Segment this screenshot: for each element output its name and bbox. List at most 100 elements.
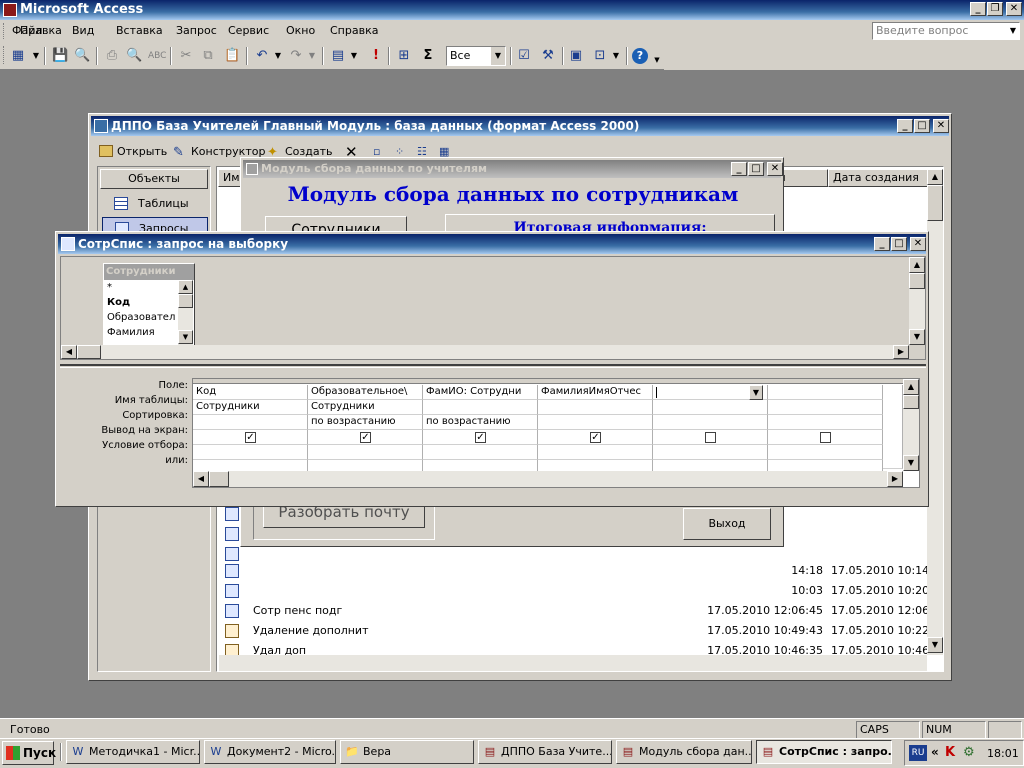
form-close-button[interactable]: ✕ — [767, 162, 783, 176]
db-close-button[interactable]: ✕ — [933, 119, 949, 133]
list-item[interactable]: Сотр пенс подг — [253, 601, 693, 621]
table-field[interactable]: Образовател — [107, 312, 177, 323]
taskbar-task[interactable]: ▤ ДППО База Учите... — [478, 740, 612, 764]
table-box-employees[interactable]: Сотрудники * Код Образовател Фамилия ▲ ▼ — [103, 263, 195, 347]
taskbar-task[interactable]: 📁 Вера — [340, 740, 474, 764]
table-box-scroll-up[interactable]: ▲ — [178, 280, 193, 294]
grid-cell-sort[interactable] — [193, 415, 308, 430]
properties-icon[interactable]: ☑ — [516, 48, 532, 64]
grid-cell-sort[interactable] — [538, 415, 653, 430]
redo-dropdown-icon[interactable]: ▼ — [304, 48, 320, 64]
datasheet-view-icon[interactable]: ▦ — [10, 48, 26, 64]
menu-item-4[interactable]: Запрос — [176, 20, 217, 42]
menu-item-6[interactable]: Окно — [286, 20, 315, 42]
grid-scroll-h-thumb[interactable] — [209, 471, 229, 487]
clock[interactable]: 18:01 — [987, 747, 1019, 760]
grid-vscroll[interactable]: ▲ ▼ — [903, 379, 919, 471]
table-box-scrollbar[interactable]: ▲ ▼ — [178, 280, 193, 346]
query-close-button[interactable]: ✕ — [910, 237, 926, 251]
db-minimize-button[interactable]: _ — [897, 119, 913, 133]
taskbar-task[interactable]: ▤ Модуль сбора дан... — [616, 740, 752, 764]
grid-scroll-down[interactable]: ▼ — [903, 455, 919, 471]
print-preview-icon[interactable]: 🔍 — [126, 48, 142, 64]
grid-scroll-right[interactable]: ▶ — [887, 471, 903, 487]
query-type-dropdown-icon[interactable]: ▼ — [346, 48, 362, 64]
help-dropdown-icon[interactable]: ▼ — [1010, 23, 1016, 39]
grid-cell-field[interactable]: ФамилияИмяОтчес — [538, 385, 653, 400]
grid-cell-table[interactable] — [653, 400, 768, 415]
table-pane-scroll-down[interactable]: ▼ — [909, 329, 925, 345]
grid-cell-criteria[interactable] — [653, 445, 768, 460]
redo-icon[interactable]: ↷ — [288, 48, 304, 64]
scroll-thumb[interactable] — [927, 185, 943, 221]
table-box-scroll-thumb[interactable] — [178, 294, 193, 308]
database-window-icon[interactable]: ▣ — [568, 48, 584, 64]
taskbar-task[interactable]: W Документ2 - Micro... — [204, 740, 336, 764]
grid-cell-sort[interactable]: по возрастанию — [423, 415, 538, 430]
new-object-dropdown-icon[interactable]: ▼ — [608, 48, 624, 64]
grid-cell-field[interactable]: ФамИО: Сотрудни — [423, 385, 538, 400]
grid-scroll-up[interactable]: ▲ — [903, 379, 919, 395]
list-vertical-scrollbar[interactable]: ▲ ▼ — [927, 169, 943, 655]
show-checkbox[interactable]: ✓ — [360, 432, 371, 443]
grid-hscroll[interactable]: ◀ ▶ — [193, 471, 903, 487]
grid-cell-table[interactable] — [538, 400, 653, 415]
grid-cell-sort[interactable]: по возрастанию — [308, 415, 423, 430]
top-values-combo[interactable]: Все ▼ — [446, 46, 506, 66]
list-item[interactable] — [253, 561, 693, 581]
query-type-icon[interactable]: ▤ — [330, 48, 346, 64]
print-icon[interactable]: ⎙ — [104, 48, 120, 64]
grid-cell-table[interactable] — [423, 400, 538, 415]
new-object-icon[interactable]: ⊡ — [592, 48, 608, 64]
column-header-created[interactable]: Дата создания — [828, 169, 928, 187]
tray-expand-icon[interactable]: « — [931, 745, 939, 759]
field-dropdown-icon[interactable]: ▼ — [749, 385, 763, 400]
spelling-icon[interactable]: ABC — [148, 48, 166, 64]
table-pane-scroll-up[interactable]: ▲ — [909, 257, 925, 273]
toolbar-options-icon[interactable]: ▼ — [652, 52, 662, 68]
undo-dropdown-icon[interactable]: ▼ — [270, 48, 286, 64]
scroll-up-button[interactable]: ▲ — [927, 169, 943, 185]
grid-cell-sort[interactable] — [653, 415, 768, 430]
objects-item-tables[interactable]: Таблицы — [102, 193, 208, 215]
undo-icon[interactable]: ↶ — [254, 48, 270, 64]
table-pane-hscroll[interactable]: ◀ ▶ — [61, 345, 909, 359]
help-icon[interactable]: ? — [632, 48, 648, 64]
help-question-input[interactable]: Введите вопрос ▼ — [872, 22, 1020, 40]
app-close-button[interactable]: ✕ — [1006, 2, 1022, 16]
exit-button[interactable]: Выход — [683, 508, 771, 540]
app-minimize-button[interactable]: _ — [970, 2, 986, 16]
menu-item-5[interactable]: Сервис — [228, 20, 269, 42]
menu-item-2[interactable]: Вид — [72, 20, 94, 42]
table-box-scroll-down[interactable]: ▼ — [178, 330, 193, 344]
taskbar-task[interactable]: W Методичка1 - Micr... — [66, 740, 200, 764]
grid-cell-table[interactable]: Сотрудники — [193, 400, 308, 415]
show-table-icon[interactable]: ⊞ — [396, 48, 412, 64]
grid-cell-criteria[interactable] — [193, 445, 308, 460]
query-maximize-button[interactable]: □ — [891, 237, 907, 251]
table-box-title[interactable]: Сотрудники — [104, 264, 194, 280]
table-pane-scroll-right[interactable]: ▶ — [893, 345, 909, 359]
view-dropdown-icon[interactable]: ▼ — [28, 48, 44, 64]
build-icon[interactable]: ⚒ — [540, 48, 556, 64]
table-pane-scroll-h-thumb[interactable] — [77, 345, 101, 359]
cut-icon[interactable]: ✂ — [178, 48, 194, 64]
pane-splitter[interactable] — [60, 364, 926, 368]
show-checkbox[interactable] — [820, 432, 831, 443]
query-minimize-button[interactable]: _ — [874, 237, 890, 251]
antivirus-icon[interactable]: K — [945, 745, 955, 760]
table-field[interactable]: Фамилия — [107, 327, 177, 338]
menu-item-3[interactable]: Вставка — [116, 20, 163, 42]
list-item[interactable] — [253, 581, 693, 601]
save-icon[interactable]: 💾 — [52, 48, 68, 64]
show-checkbox[interactable] — [705, 432, 716, 443]
show-checkbox[interactable]: ✓ — [245, 432, 256, 443]
grid-cell-criteria[interactable] — [538, 445, 653, 460]
grid-cell-criteria[interactable] — [308, 445, 423, 460]
start-button[interactable]: Пуск — [2, 741, 56, 765]
grid-cell-criteria[interactable] — [423, 445, 538, 460]
list-horizontal-scrollbar[interactable] — [219, 655, 927, 671]
menu-item-1[interactable]: Правка — [20, 20, 62, 42]
grid-cell-field[interactable]: Образовательное\ — [308, 385, 423, 400]
form-minimize-button[interactable]: _ — [731, 162, 747, 176]
